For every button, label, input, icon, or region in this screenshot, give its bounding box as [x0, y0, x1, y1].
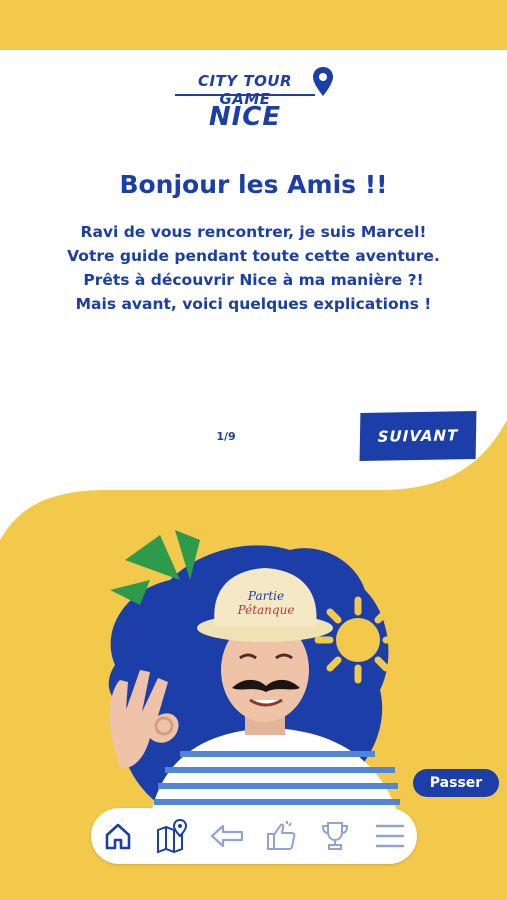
map-pin-icon	[157, 819, 188, 853]
nav-map[interactable]	[154, 818, 190, 854]
nav-menu[interactable]	[372, 818, 408, 854]
hat-text-line-1: Partie	[247, 589, 284, 603]
intro-line-1: Ravi de vous rencontrer, je suis Marcel!	[80, 223, 427, 241]
logo-underline	[175, 94, 315, 96]
nav-home[interactable]	[100, 818, 136, 854]
intro-line-4: Mais avant, voici quelques explications …	[75, 295, 432, 313]
guide-illustration: Partie Pétanque	[108, 530, 402, 820]
city-tour-game-logo: CITY TOUR GAME NICE	[150, 62, 350, 142]
logo-city: NICE	[208, 102, 282, 132]
home-icon	[105, 823, 131, 850]
trophy-icon	[322, 822, 349, 850]
intro-line-3: Prêts à découvrir Nice à ma manière ?!	[83, 271, 424, 289]
thumbs-up-icon	[267, 821, 296, 850]
nav-like[interactable]	[263, 818, 299, 854]
page-counter: 1/9	[216, 430, 236, 443]
nav-back[interactable]	[209, 818, 245, 854]
intro-text: Ravi de vous rencontrer, je suis Marcel!…	[0, 220, 507, 316]
guide-name: Marcel	[360, 223, 420, 241]
menu-icon	[375, 824, 404, 848]
hat-text-line-2: Pétanque	[237, 603, 295, 617]
next-button[interactable]: SUIVANT	[359, 410, 477, 462]
intro-line-2: Votre guide pendant toute cette aventure…	[67, 247, 440, 265]
greeting-title: Bonjour les Amis !!	[119, 170, 388, 199]
skip-button[interactable]: Passer	[413, 769, 499, 797]
nav-trophy[interactable]	[317, 818, 353, 854]
back-arrow-icon	[210, 824, 243, 848]
bottom-navigation	[91, 808, 417, 864]
location-pin-icon	[313, 67, 333, 96]
top-banner	[0, 0, 507, 50]
